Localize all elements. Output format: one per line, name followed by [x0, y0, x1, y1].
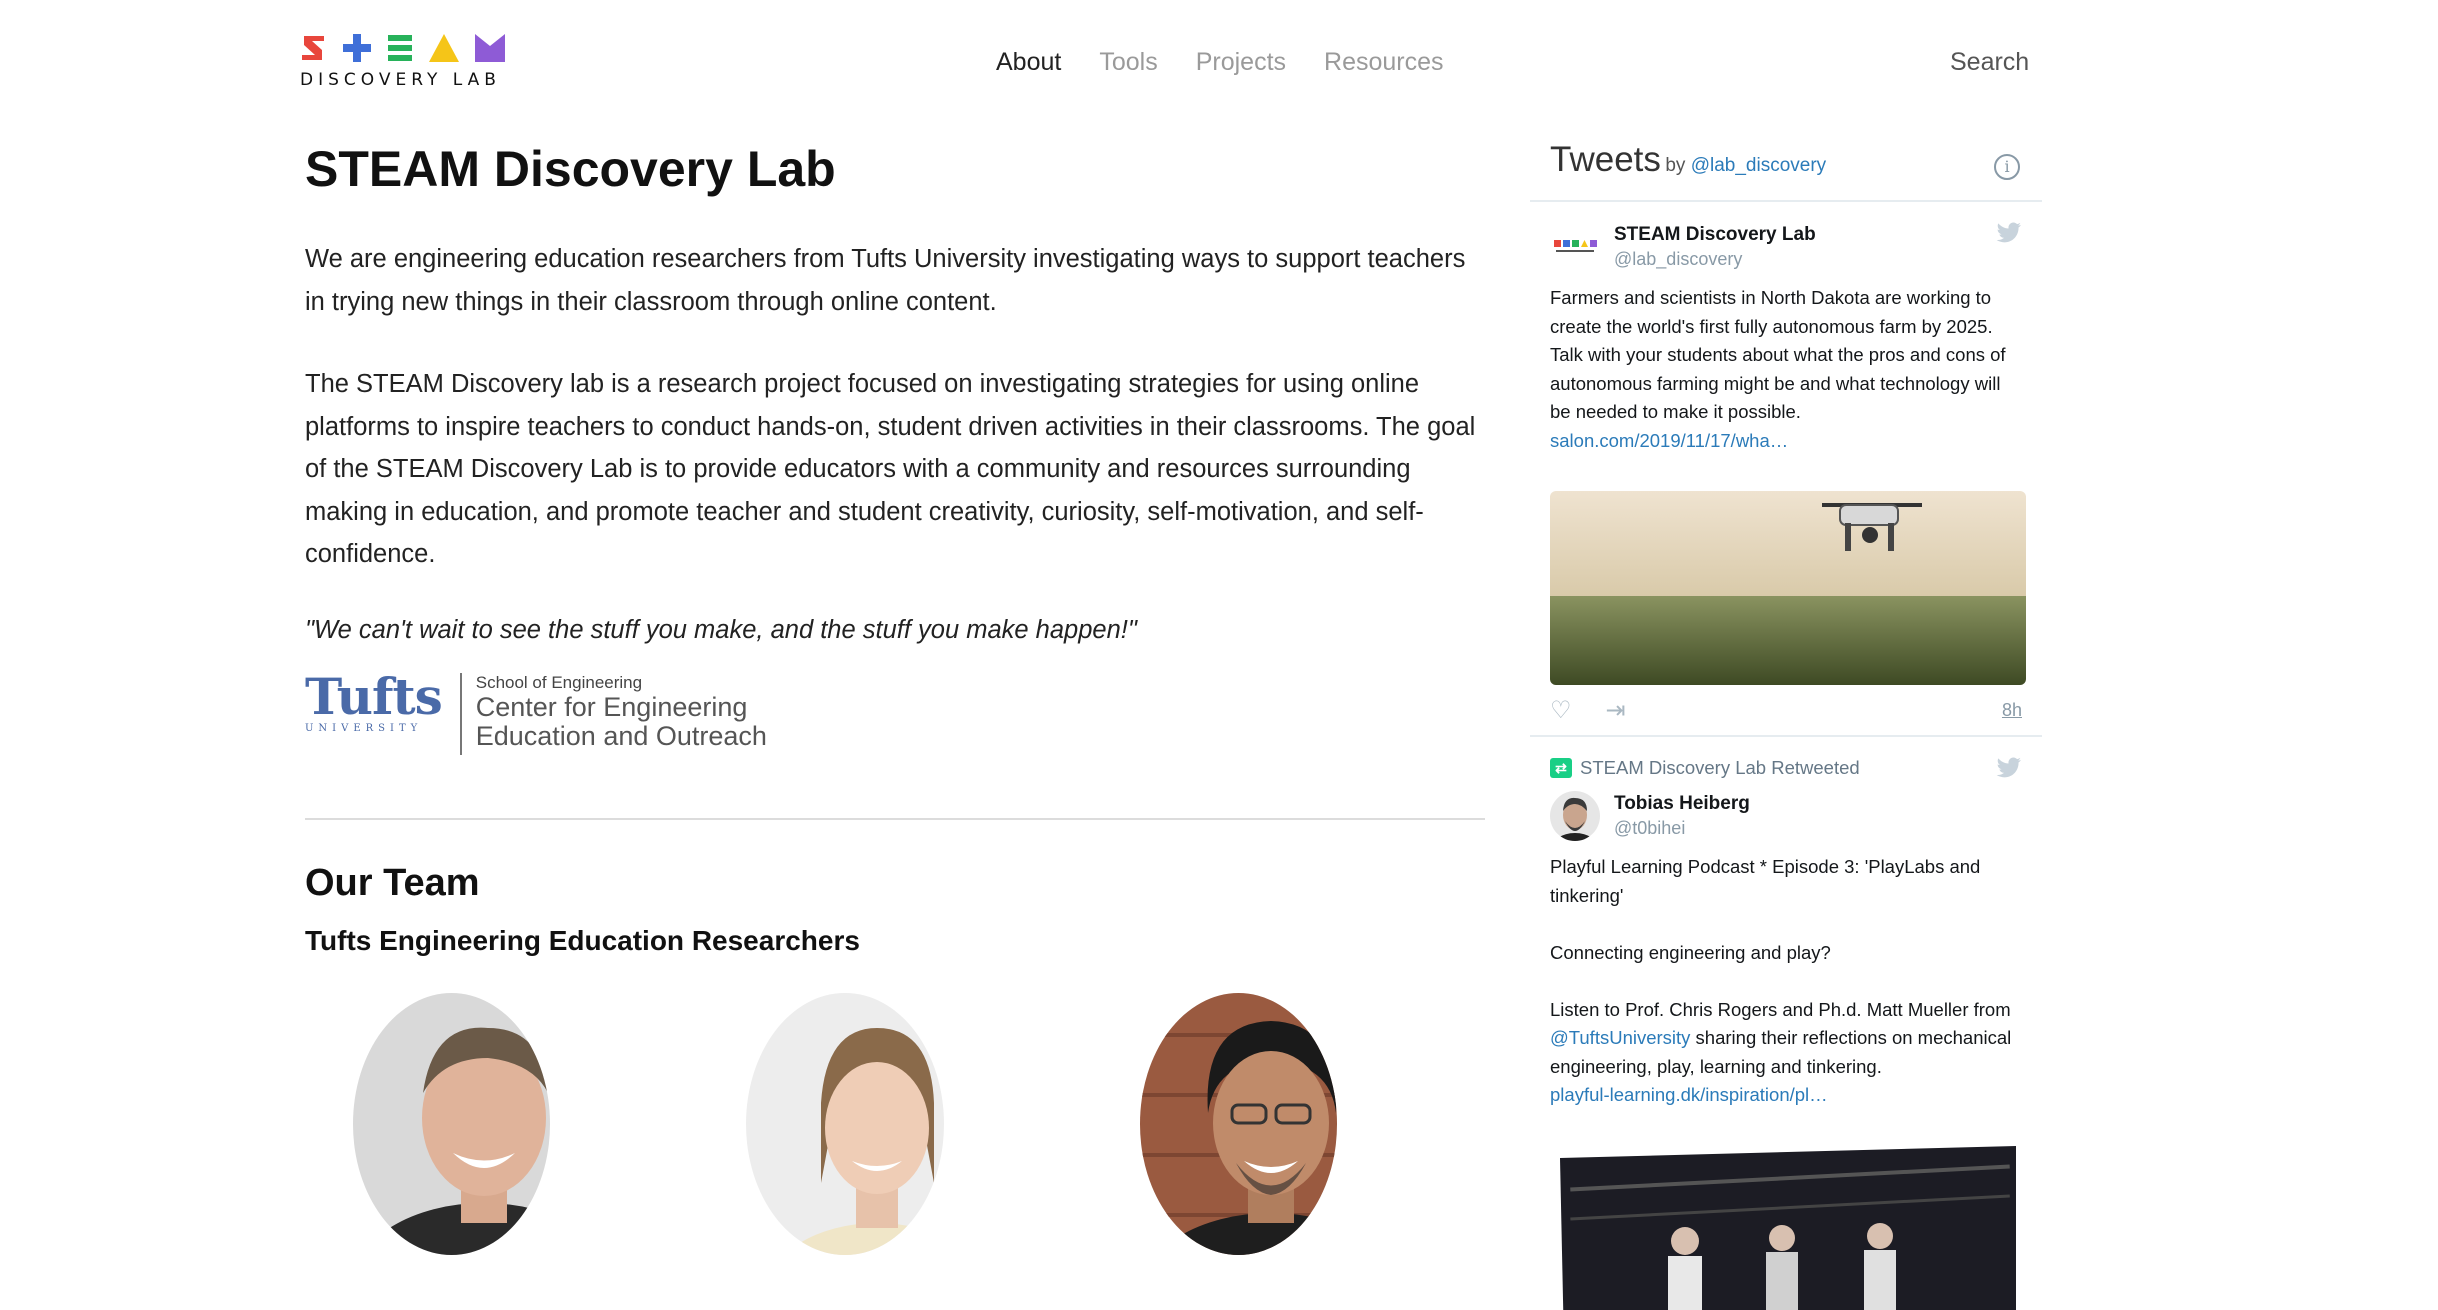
timeline-header: Tweets by @lab_discovery i — [1530, 140, 2042, 202]
author-avatar[interactable] — [1550, 791, 1600, 841]
steam-letters — [300, 30, 520, 64]
team-subtitle: Tufts Engineering Education Researchers — [305, 924, 860, 956]
retweet-icon: ⇄ — [1550, 758, 1572, 778]
timeline-title: Tweets — [1550, 140, 1661, 179]
search-link[interactable]: Search — [1950, 48, 2029, 77]
section-divider — [305, 817, 1485, 820]
logo-divider — [459, 672, 462, 755]
timeline-by: by @lab_discovery — [1665, 155, 1826, 176]
tweet-line-3a: Listen to Prof. Chris Rogers and Ph.d. M… — [1550, 998, 2011, 1020]
team-photos — [305, 992, 1485, 1255]
nav-resources[interactable]: Resources — [1324, 48, 1444, 77]
center-line-2: Education and Outreach — [475, 720, 767, 751]
description-paragraph: The STEAM Discovery lab is a research pr… — [305, 370, 1476, 568]
tweet-link[interactable]: salon.com/2019/11/17/wha… — [1550, 430, 1788, 451]
logo-wordmark: DISCOVERY LAB — [300, 70, 501, 90]
school-name: School of Engineering — [475, 672, 643, 692]
tweet-actions: ♡ ⇥ 8h — [1550, 685, 2022, 735]
retweeted-by[interactable]: STEAM Discovery Lab Retweeted — [1580, 757, 1860, 779]
author-avatar[interactable] — [1550, 222, 1600, 272]
twitter-bird-icon[interactable] — [1996, 757, 2022, 779]
author-handle[interactable]: @lab_discovery — [1614, 249, 1816, 270]
lab-quote: "We can't wait to see the stuff you make… — [305, 615, 1137, 644]
share-icon[interactable]: ⇥ — [1606, 696, 1626, 725]
twitter-bird-icon[interactable] — [1996, 222, 2022, 244]
ceeo-text: School of Engineering Center for Enginee… — [476, 673, 767, 751]
author-name[interactable]: Tobias Heiberg — [1614, 793, 1750, 815]
tweet-link[interactable]: playful-learning.dk/inspiration/pl… — [1550, 1084, 1828, 1105]
tufts-wordmark: Tufts UNIVERSITY — [305, 666, 443, 734]
like-icon[interactable]: ♡ — [1550, 696, 1572, 725]
tweet-image[interactable] — [1550, 491, 2026, 685]
intro-paragraph: We are engineering education researchers… — [305, 245, 1466, 316]
author-name[interactable]: STEAM Discovery Lab — [1614, 224, 1816, 246]
nav-about[interactable]: About — [996, 48, 1061, 77]
tweet-text: Farmers and scientists in North Dakota a… — [1550, 284, 2022, 455]
twitter-timeline[interactable]: Tweets by @lab_discovery i STEAM Discove… — [1530, 140, 2042, 1310]
page-title: STEAM Discovery Lab — [305, 141, 836, 197]
team-member-photo[interactable] — [746, 992, 944, 1255]
logo-letter-s — [302, 36, 324, 60]
team-member-photo[interactable] — [1139, 992, 1337, 1255]
tweet[interactable]: STEAM Discovery Lab @lab_discovery Farme… — [1530, 202, 2042, 737]
team-member-photo[interactable] — [353, 992, 551, 1255]
main-content: STEAM Discovery Lab We are engineering e… — [305, 140, 1485, 1255]
mention-link[interactable]: @TuftsUniversity — [1550, 1027, 1690, 1048]
main-nav: About Tools Projects Resources — [996, 48, 1444, 77]
author-handle[interactable]: @t0bihei — [1614, 818, 1750, 839]
logo-letter-t — [343, 34, 371, 62]
timeline-handle-link[interactable]: @lab_discovery — [1691, 155, 1826, 176]
tufts-ceeo-logo[interactable]: Tufts UNIVERSITY School of Engineering C… — [305, 666, 1485, 763]
tweet-text: Playful Learning Podcast * Episode 3: 'P… — [1550, 853, 2022, 1110]
retweet-indicator: ⇄ STEAM Discovery Lab Retweeted — [1550, 757, 2022, 779]
team-title: Our Team — [305, 861, 480, 904]
site-logo[interactable]: DISCOVERY LAB — [300, 30, 520, 100]
tweet-author[interactable]: Tobias Heiberg @t0bihei — [1550, 791, 2022, 841]
center-line-1: Center for Engineering — [475, 691, 748, 722]
logo-letter-m — [475, 34, 505, 62]
tweet-time[interactable]: 8h — [2002, 700, 2022, 721]
tweet[interactable]: ⇄ STEAM Discovery Lab Retweeted Tobias H… — [1530, 737, 2042, 1310]
tweet-line-1: Playful Learning Podcast * Episode 3: 'P… — [1550, 856, 1981, 906]
tweet-author[interactable]: STEAM Discovery Lab @lab_discovery — [1550, 222, 2022, 272]
tweet-line-2: Connecting engineering and play? — [1550, 941, 1831, 963]
logo-letter-e — [388, 35, 412, 61]
info-icon[interactable]: i — [1994, 154, 2020, 180]
tweet-image[interactable] — [1550, 1145, 2026, 1310]
tufts-name: Tufts — [305, 666, 443, 726]
logo-letter-a — [429, 34, 459, 62]
nav-tools[interactable]: Tools — [1099, 48, 1157, 77]
nav-projects[interactable]: Projects — [1196, 48, 1286, 77]
by-label: by — [1665, 155, 1686, 176]
tweet-body: Farmers and scientists in North Dakota a… — [1550, 287, 2006, 422]
tufts-university-text: UNIVERSITY — [305, 722, 423, 734]
